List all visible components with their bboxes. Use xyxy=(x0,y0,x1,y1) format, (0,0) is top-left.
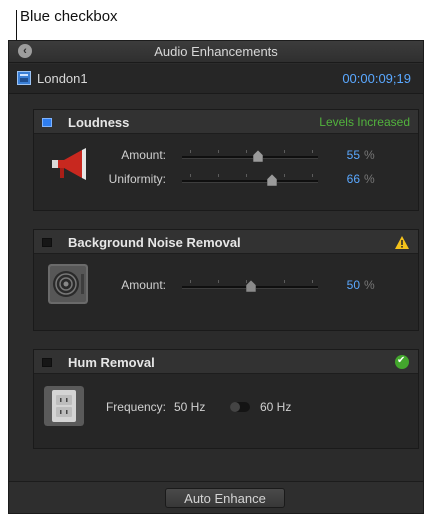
loudness-amount-unit: % xyxy=(364,148,375,162)
noise-amount-unit: % xyxy=(364,278,375,292)
noise-amount-label: Amount: xyxy=(121,278,166,292)
loudness-header: Loudness Levels Increased xyxy=(34,110,418,134)
titlebar: ‹ Audio Enhancements xyxy=(9,41,423,63)
noise-title: Background Noise Removal xyxy=(68,235,241,250)
noise-checkbox[interactable] xyxy=(42,238,52,247)
loudness-checkbox[interactable] xyxy=(42,118,52,127)
hum-checkbox[interactable] xyxy=(42,358,52,367)
callout-label: Blue checkbox xyxy=(20,8,118,25)
auto-enhance-button[interactable]: Auto Enhance xyxy=(165,488,285,508)
clip-name: London1 xyxy=(37,71,88,86)
hum-title: Hum Removal xyxy=(68,355,155,370)
hum-header: Hum Removal xyxy=(34,350,418,374)
loudness-amount-knob[interactable] xyxy=(253,150,263,162)
checkmark-icon xyxy=(395,355,409,369)
loudness-uniformity-unit: % xyxy=(364,172,375,186)
bottom-bar: Auto Enhance xyxy=(9,481,423,513)
loudness-uniformity-slider[interactable] xyxy=(182,180,318,183)
audio-enhancements-panel: ‹ Audio Enhancements London1 00:00:09;19… xyxy=(8,40,424,514)
clip-bar: London1 00:00:09;19 xyxy=(9,64,423,94)
noise-header: Background Noise Removal xyxy=(34,230,418,254)
loudness-uniformity-knob[interactable] xyxy=(267,174,277,186)
loudness-status: Levels Increased xyxy=(319,115,410,129)
hum-section: Hum Removal Frequency: 50 Hz 60 Hz xyxy=(33,349,419,449)
noise-section: Background Noise Removal Amount: 50 % xyxy=(33,229,419,331)
hum-frequency-label: Frequency: xyxy=(105,400,166,414)
loudness-title: Loudness xyxy=(68,115,130,130)
loudness-section: Loudness Levels Increased Amount: 55 % U… xyxy=(33,109,419,211)
loudness-uniformity-label: Uniformity: xyxy=(108,172,166,186)
noise-amount-value[interactable]: 50 xyxy=(334,278,360,292)
loudness-uniformity-value[interactable]: 66 xyxy=(334,172,360,186)
panel-title: Audio Enhancements xyxy=(154,44,278,59)
warning-icon xyxy=(395,236,409,249)
loudness-amount-slider[interactable] xyxy=(182,156,318,159)
power-outlet-icon xyxy=(44,386,84,426)
clip-timecode: 00:00:09;19 xyxy=(342,71,411,86)
noise-amount-knob[interactable] xyxy=(246,280,256,292)
loudness-amount-label: Amount: xyxy=(121,148,166,162)
hum-option-60hz[interactable]: 60 Hz xyxy=(260,400,291,414)
clip-icon xyxy=(17,71,31,85)
hum-frequency-toggle[interactable] xyxy=(230,402,250,412)
loudness-amount-value[interactable]: 55 xyxy=(334,148,360,162)
hum-option-50hz[interactable]: 50 Hz xyxy=(174,400,205,414)
